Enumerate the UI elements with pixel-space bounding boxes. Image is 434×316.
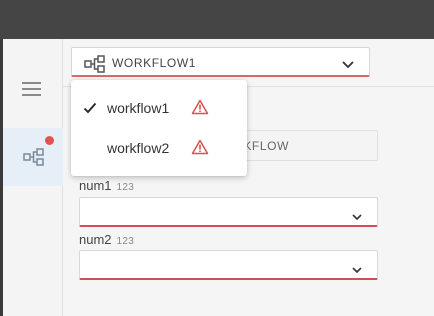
chevron-down-icon bbox=[351, 208, 363, 226]
num2-type-badge: 123 bbox=[116, 236, 135, 247]
workflow-name-value: KFLOW bbox=[243, 139, 289, 153]
top-bar bbox=[0, 0, 434, 39]
num1-type-badge: 123 bbox=[116, 182, 135, 193]
menu-icon[interactable] bbox=[22, 82, 41, 96]
num2-select[interactable] bbox=[79, 250, 378, 280]
menu-item-workflow2[interactable]: workflow2 bbox=[71, 128, 247, 168]
menu-item-workflow1[interactable]: workflow1 bbox=[71, 88, 247, 128]
menu-item-label: workflow2 bbox=[107, 140, 170, 156]
workflow-icon bbox=[84, 55, 106, 78]
notification-badge bbox=[45, 136, 54, 145]
chevron-down-icon bbox=[341, 57, 355, 75]
warning-icon bbox=[191, 139, 209, 160]
workflow-dropdown-menu: workflow1 workflow2 bbox=[71, 80, 247, 176]
num2-label: num2 123 bbox=[79, 232, 135, 247]
num1-select[interactable] bbox=[79, 197, 378, 227]
workflow-selector[interactable]: WORKFLOW1 bbox=[71, 47, 370, 77]
workflow-selector-value: WORKFLOW1 bbox=[112, 56, 197, 70]
chevron-down-icon bbox=[351, 261, 363, 279]
workflow-icon bbox=[23, 148, 45, 171]
num1-label: num1 123 bbox=[79, 178, 135, 193]
warning-icon bbox=[191, 99, 209, 120]
sidebar-item-workflow[interactable] bbox=[3, 128, 63, 186]
menu-item-label: workflow1 bbox=[107, 100, 170, 116]
sidebar bbox=[0, 39, 63, 316]
check-icon bbox=[83, 101, 97, 119]
